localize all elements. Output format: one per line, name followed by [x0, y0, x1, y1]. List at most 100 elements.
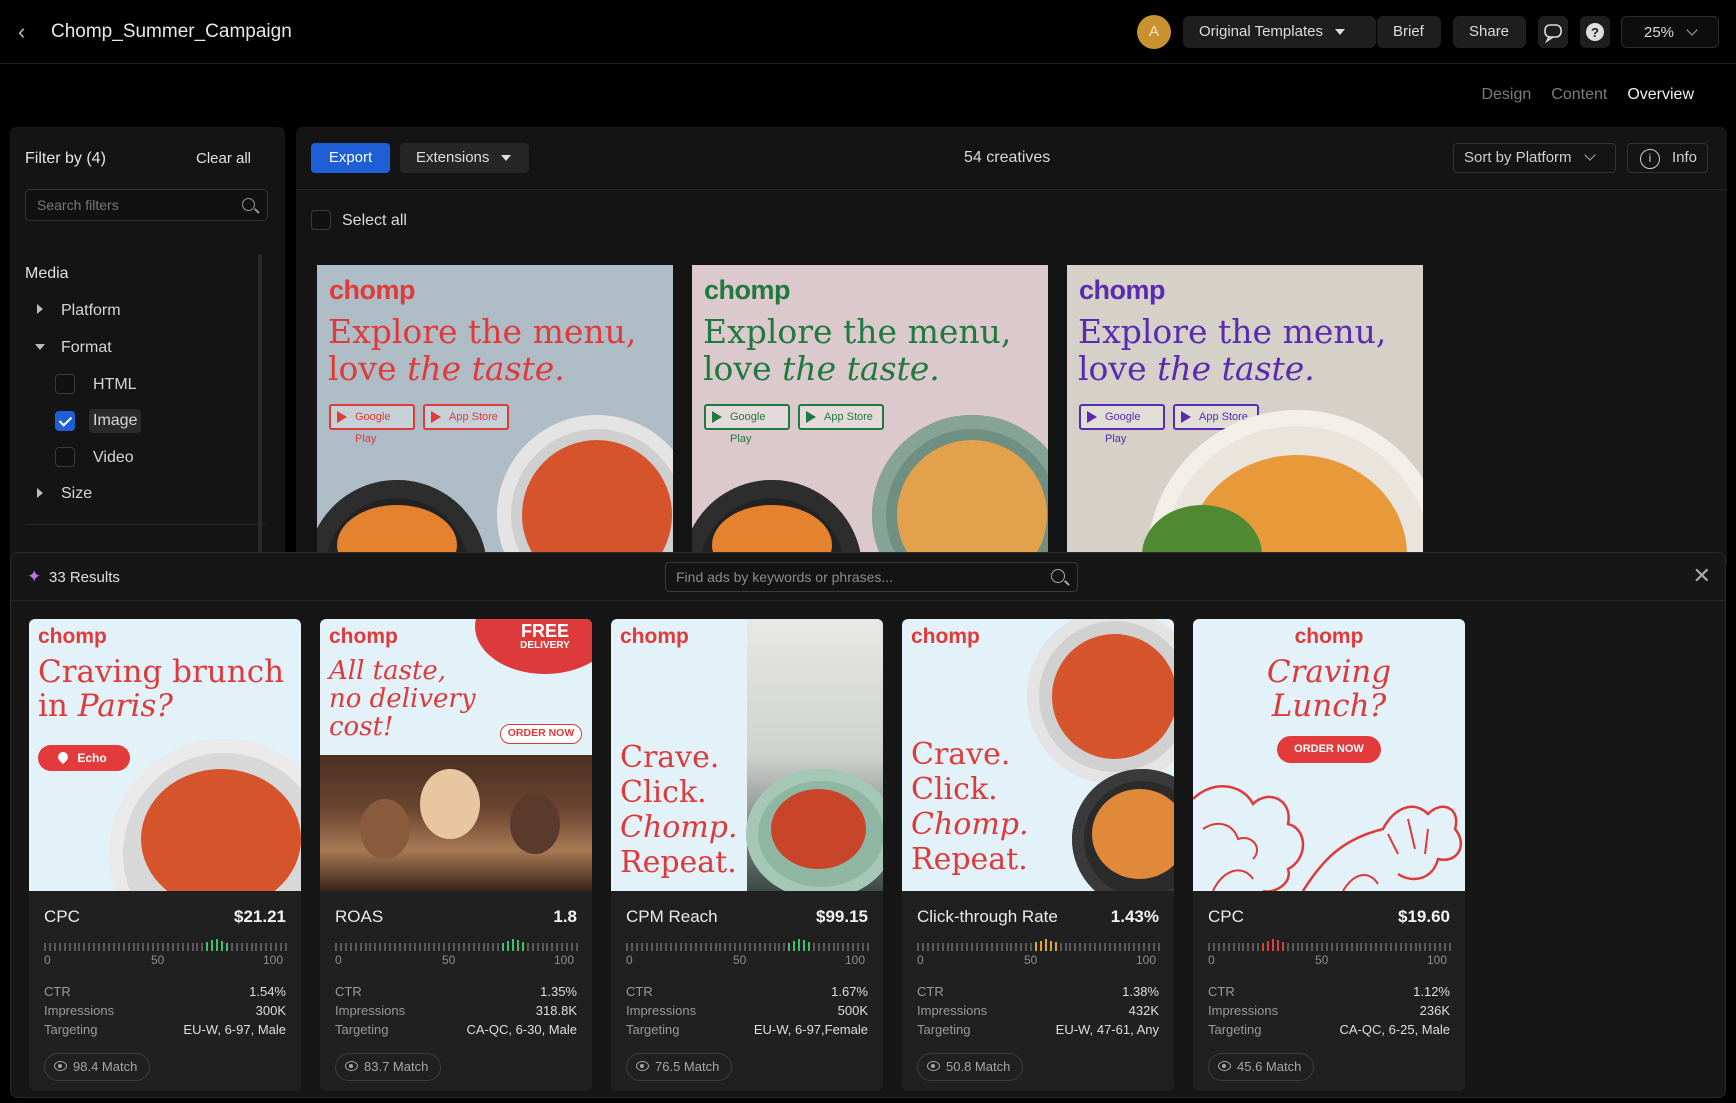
result-card[interactable]: chomp Craving brunch in Paris? Echo CPC $… — [29, 619, 301, 1091]
expand-right-icon[interactable] — [37, 304, 43, 314]
gauge-tick — [714, 943, 717, 951]
gauge-tick — [724, 943, 727, 951]
gauge-tick — [443, 943, 446, 951]
gauge-tick — [137, 943, 140, 951]
clear-all-button[interactable]: Clear all — [196, 150, 251, 167]
gauge-tick — [729, 943, 732, 951]
gauge-tick — [1128, 943, 1131, 951]
gauge-tick — [482, 943, 485, 951]
select-all-label: Select all — [342, 212, 407, 229]
creative-card[interactable]: chomp Explore the menu, love the taste. G… — [1067, 265, 1423, 567]
video-checkbox[interactable] — [55, 447, 75, 467]
info-label: Info — [1672, 149, 1698, 166]
result-card[interactable]: chomp Crave. Click. Chomp. Repeat. CPM Reac… — [611, 619, 883, 1091]
headline-line: Crave. — [911, 737, 1011, 772]
filter-search-input[interactable]: Search filters — [25, 189, 268, 221]
gauge-tick — [240, 943, 243, 951]
match-value: 76.5 Match — [655, 1059, 720, 1074]
tab-overview[interactable]: Overview — [1627, 86, 1694, 104]
tab-design[interactable]: Design — [1481, 86, 1531, 104]
scale-mid: 50 — [733, 953, 747, 967]
result-card[interactable]: chomp Craving Lunch? ORDER NOW CPC $19.60… — [1193, 619, 1465, 1091]
zoom-select[interactable]: 25% — [1621, 16, 1719, 48]
divider — [11, 600, 1725, 601]
gauge-tick — [561, 943, 564, 951]
match-badge: 83.7 Match — [335, 1053, 442, 1081]
gauge-tick — [275, 943, 278, 951]
metric-label: CPC — [1208, 907, 1244, 926]
chomp-logo: chomp — [329, 275, 416, 305]
extensions-dropdown[interactable]: Extensions — [400, 143, 529, 173]
gauge-tick — [1375, 943, 1378, 951]
match-badge: 45.6 Match — [1208, 1053, 1315, 1081]
filter-format[interactable]: Format — [61, 339, 112, 357]
location-pin-icon — [55, 749, 71, 765]
ads-search-input[interactable]: Find ads by keywords or phrases... — [665, 562, 1078, 592]
back-arrow-icon[interactable]: ‹ — [18, 21, 34, 43]
ctr-label: CTR — [917, 984, 944, 999]
html-checkbox[interactable] — [55, 374, 75, 394]
comment-icon — [1544, 24, 1562, 44]
result-card[interactable]: chomp FREE DELIVERY All taste, no deliver… — [320, 619, 592, 1091]
gauge-tick — [335, 943, 337, 951]
creative-headline: Explore the menu, love the taste. — [328, 313, 636, 387]
caret-down-icon — [1334, 29, 1345, 36]
match-value: 83.7 Match — [364, 1059, 429, 1074]
gauge-tick — [576, 943, 578, 951]
filter-size[interactable]: Size — [61, 485, 92, 503]
creative-card[interactable]: chomp Explore the menu, love the taste. G… — [317, 265, 673, 567]
gauge-tick — [1360, 943, 1363, 951]
gauge-tick — [748, 943, 751, 951]
chomp-logo: chomp — [620, 625, 689, 648]
templates-dropdown[interactable]: Original Templates — [1183, 16, 1376, 48]
export-button[interactable]: Export — [311, 143, 390, 173]
filter-platform[interactable]: Platform — [61, 302, 121, 320]
result-card[interactable]: chomp Crave. Click. Chomp. Repeat. Click-th… — [902, 619, 1174, 1091]
help-button[interactable]: ? — [1580, 16, 1610, 48]
gauge-tick — [1409, 943, 1412, 951]
gauge-tick — [976, 943, 979, 951]
scale-min: 0 — [1208, 953, 1215, 967]
gauge-tick — [1429, 943, 1432, 951]
gauge-tick — [541, 943, 544, 951]
gauge-tick — [1123, 943, 1126, 951]
gauge-tick — [1385, 943, 1388, 951]
tab-content[interactable]: Content — [1551, 86, 1607, 104]
gauge-tick — [1242, 943, 1245, 951]
gauge-tick — [98, 943, 101, 951]
svg-text:?: ? — [1591, 25, 1599, 40]
info-icon: i — [1640, 149, 1660, 169]
gauge-tick — [1138, 943, 1141, 951]
gauge-tick — [921, 943, 924, 951]
gauge-tick — [166, 943, 169, 951]
share-button[interactable]: Share — [1453, 16, 1526, 48]
gauge-tick — [502, 942, 505, 951]
match-badge: 98.4 Match — [44, 1053, 151, 1081]
creative-card[interactable]: chomp Explore the menu, love the taste. G… — [692, 265, 1048, 567]
headline-line: Click. — [620, 775, 707, 810]
gauge-tick — [941, 943, 944, 951]
collapse-down-icon[interactable] — [35, 344, 45, 350]
gauge-tick — [626, 943, 628, 951]
brief-button[interactable]: Brief — [1377, 16, 1441, 48]
info-button[interactable]: i Info — [1627, 143, 1708, 173]
impressions-value: 500K — [837, 1003, 868, 1018]
select-all-checkbox[interactable] — [311, 210, 331, 230]
gauge-tick — [966, 943, 969, 951]
gauge-tick — [339, 943, 342, 951]
sort-dropdown[interactable]: Sort by Platform — [1453, 143, 1616, 173]
expand-right-icon[interactable] — [37, 488, 43, 498]
gauge-tick — [1424, 943, 1427, 951]
filter-image-label: Image — [89, 409, 142, 433]
filter-scrollbar[interactable] — [258, 254, 262, 574]
gauge-tick — [961, 943, 964, 951]
headline-line: no delivery — [329, 684, 476, 714]
top-bar: ‹ Chomp_Summer_Campaign A Original Templ… — [0, 0, 1736, 64]
results-count: 33 Results — [49, 569, 120, 586]
gauge-tick — [112, 943, 115, 951]
comment-button[interactable] — [1538, 16, 1568, 48]
image-checkbox[interactable] — [55, 411, 75, 431]
avatar[interactable]: A — [1137, 15, 1171, 49]
close-icon[interactable]: ✕ — [1693, 565, 1711, 587]
gauge-tick — [453, 943, 456, 951]
